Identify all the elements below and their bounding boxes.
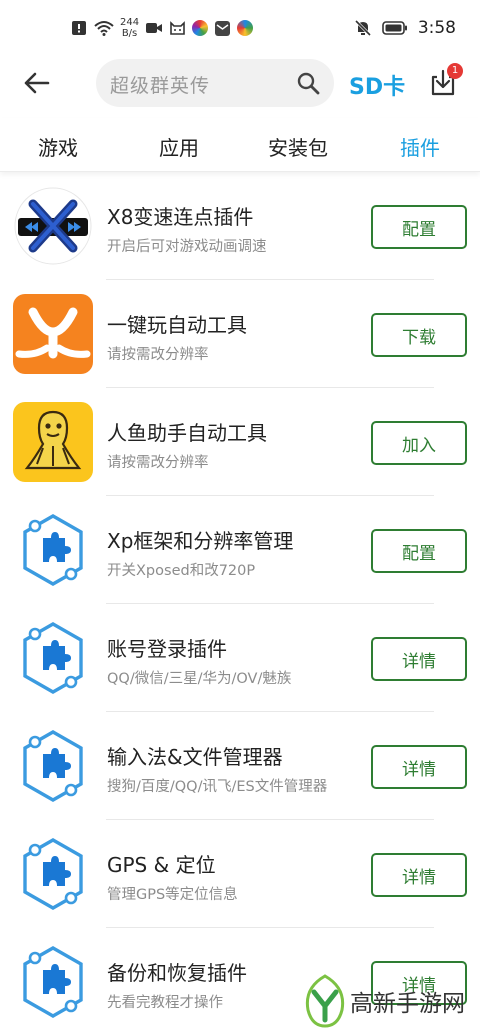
mermaid-icon bbox=[13, 402, 93, 482]
status-time: 3:58 bbox=[417, 18, 456, 38]
list-item[interactable]: X8变速连点插件 开启后可对游戏动画调速 配置 bbox=[0, 172, 480, 280]
item-subtitle: 先看完教程才操作 bbox=[107, 995, 223, 1011]
search-icon[interactable] bbox=[296, 71, 320, 95]
puzzle-plugin-icon bbox=[13, 618, 93, 698]
item-title: 一键玩自动工具 bbox=[107, 313, 247, 337]
item-title: X8变速连点插件 bbox=[107, 205, 254, 229]
configure-button[interactable]: 配置 bbox=[371, 529, 467, 573]
details-button[interactable]: 详情 bbox=[371, 853, 467, 897]
item-subtitle: 管理GPS等定位信息 bbox=[107, 887, 238, 903]
colorful-app-icon-2 bbox=[237, 20, 254, 36]
item-title: 人鱼助手自动工具 bbox=[107, 421, 267, 445]
search-input[interactable]: 超级群英传 bbox=[96, 59, 334, 107]
item-title: 备份和恢复插件 bbox=[107, 961, 247, 985]
site-watermark: 高新手游网 bbox=[296, 972, 480, 1029]
y-logo-icon bbox=[13, 294, 93, 374]
network-speed-unit: B/s bbox=[121, 28, 138, 39]
wifi-icon bbox=[94, 21, 114, 36]
list-item[interactable]: Xp框架和分辨率管理 开关Xposed和改720P 配置 bbox=[0, 496, 480, 604]
mute-bell-icon bbox=[354, 19, 371, 37]
mail-app-icon bbox=[215, 20, 231, 36]
item-title: GPS & 定位 bbox=[107, 853, 216, 877]
item-subtitle: 请按需改分辨率 bbox=[107, 347, 209, 363]
download-button[interactable]: 下载 bbox=[371, 313, 467, 357]
video-camera-icon bbox=[146, 23, 163, 33]
configure-button[interactable]: 配置 bbox=[371, 205, 467, 249]
download-badge: 1 bbox=[447, 63, 463, 79]
colorful-app-icon bbox=[192, 20, 209, 36]
item-title: 账号登录插件 bbox=[107, 637, 227, 661]
watermark-text: 高新手游网 bbox=[350, 991, 465, 1017]
item-subtitle: 开启后可对游戏动画调速 bbox=[107, 239, 267, 255]
sd-card-button[interactable]: SD卡 bbox=[349, 69, 405, 101]
battery-icon bbox=[382, 21, 407, 35]
item-subtitle: 搜狗/百度/QQ/讯飞/ES文件管理器 bbox=[107, 779, 328, 795]
item-title: 输入法&文件管理器 bbox=[107, 745, 283, 769]
details-button[interactable]: 详情 bbox=[371, 637, 467, 681]
search-placeholder: 超级群英传 bbox=[110, 75, 211, 97]
notification-alert-icon bbox=[72, 21, 86, 35]
network-speed: 244 B/s bbox=[120, 17, 139, 39]
top-bar: 超级群英传 SD卡 bbox=[0, 56, 480, 110]
puzzle-plugin-icon bbox=[13, 726, 93, 806]
puzzle-plugin-icon bbox=[13, 510, 93, 590]
watermark-logo-icon bbox=[305, 974, 345, 1028]
tab-bar: 游戏 应用 安装包 插件 bbox=[0, 118, 480, 172]
puzzle-plugin-icon bbox=[13, 942, 93, 1022]
join-button[interactable]: 加入 bbox=[371, 421, 467, 465]
list-item[interactable]: 输入法&文件管理器 搜狗/百度/QQ/讯飞/ES文件管理器 详情 bbox=[0, 712, 480, 820]
status-left-icons: 244 B/s bbox=[70, 16, 254, 40]
puzzle-plugin-icon bbox=[13, 834, 93, 914]
network-speed-value: 244 bbox=[120, 17, 140, 28]
back-arrow-icon[interactable] bbox=[22, 68, 52, 98]
item-title: Xp框架和分辨率管理 bbox=[107, 529, 294, 553]
status-bar: 244 B/s 3:58 bbox=[0, 0, 480, 56]
list-item[interactable]: GPS & 定位 管理GPS等定位信息 详情 bbox=[0, 820, 480, 928]
tab-plugins[interactable]: 插件 bbox=[400, 132, 440, 161]
list-item[interactable]: 账号登录插件 QQ/微信/三星/华为/OV/魅族 详情 bbox=[0, 604, 480, 712]
x8-speed-icon bbox=[13, 186, 93, 266]
list-item[interactable]: 一键玩自动工具 请按需改分辨率 下载 bbox=[0, 280, 480, 388]
item-subtitle: 请按需改分辨率 bbox=[107, 455, 209, 471]
tab-apps[interactable]: 应用 bbox=[159, 132, 199, 161]
details-button[interactable]: 详情 bbox=[371, 745, 467, 789]
item-subtitle: 开关Xposed和改720P bbox=[107, 563, 256, 579]
status-right-icons: 3:58 bbox=[354, 16, 456, 40]
cat-app-icon bbox=[170, 20, 185, 35]
item-subtitle: QQ/微信/三星/华为/OV/魅族 bbox=[107, 671, 292, 687]
list-item[interactable]: 人鱼助手自动工具 请按需改分辨率 加入 bbox=[0, 388, 480, 496]
tab-packages[interactable]: 安装包 bbox=[268, 132, 328, 161]
tab-games[interactable]: 游戏 bbox=[38, 132, 78, 161]
